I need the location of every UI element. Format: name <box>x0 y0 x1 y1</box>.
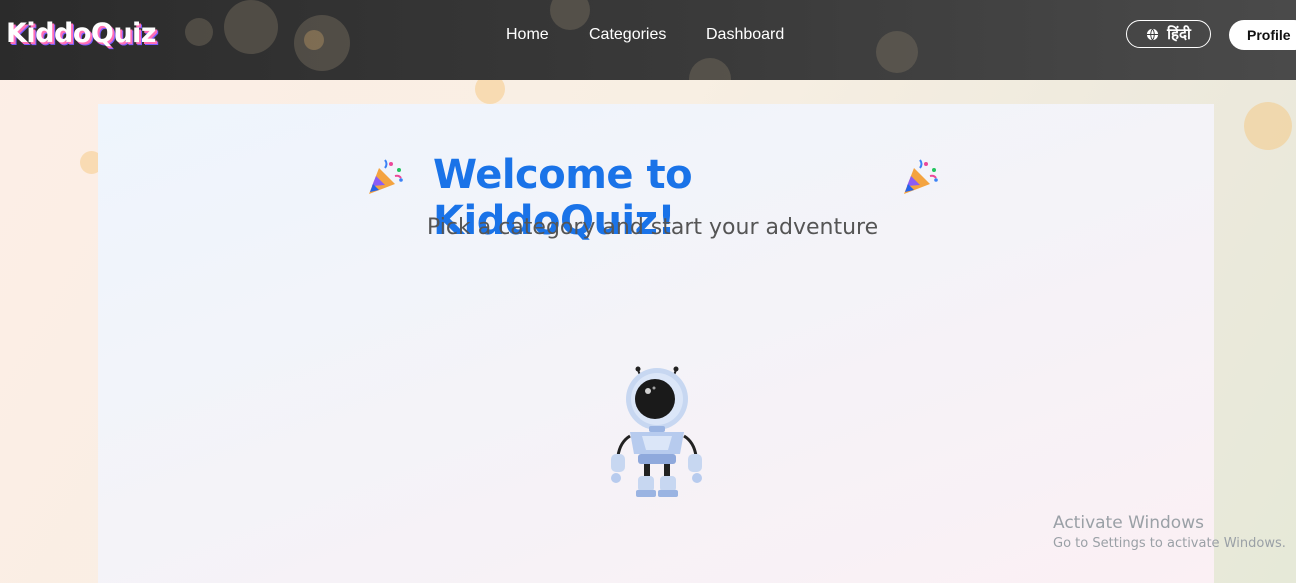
language-toggle-button[interactable]: हिंदी <box>1126 20 1211 48</box>
nav-categories[interactable]: Categories <box>589 25 679 45</box>
nav-dashboard[interactable]: Dashboard <box>706 25 796 45</box>
activate-windows-watermark: Activate Windows Go to Settings to activ… <box>1053 512 1286 554</box>
decor-bubble <box>550 0 590 30</box>
decor-bubble <box>224 0 278 54</box>
globe-icon <box>1147 28 1159 40</box>
robot-mascot-icon <box>611 366 702 497</box>
watermark-subtitle: Go to Settings to activate Windows. <box>1053 536 1286 551</box>
decor-bubble <box>1244 102 1292 150</box>
profile-label: Profile <box>1247 27 1291 43</box>
profile-button[interactable]: Profile <box>1229 20 1296 50</box>
party-popper-icon <box>904 159 938 194</box>
decor-bubble <box>876 31 918 73</box>
decor-bubble <box>689 58 731 80</box>
nav-home[interactable]: Home <box>506 25 549 45</box>
decor-bubble <box>185 18 213 46</box>
decor-bubble <box>304 30 324 50</box>
top-navbar: KiddoQuiz Home Categories Dashboard हिंद… <box>0 0 1296 80</box>
page-subtitle: Pick a category and start your adventure <box>427 215 879 240</box>
language-label: हिंदी <box>1167 26 1191 43</box>
party-popper-icon <box>369 159 403 194</box>
watermark-title: Activate Windows <box>1053 513 1204 533</box>
app-logo[interactable]: KiddoQuiz <box>6 18 157 49</box>
